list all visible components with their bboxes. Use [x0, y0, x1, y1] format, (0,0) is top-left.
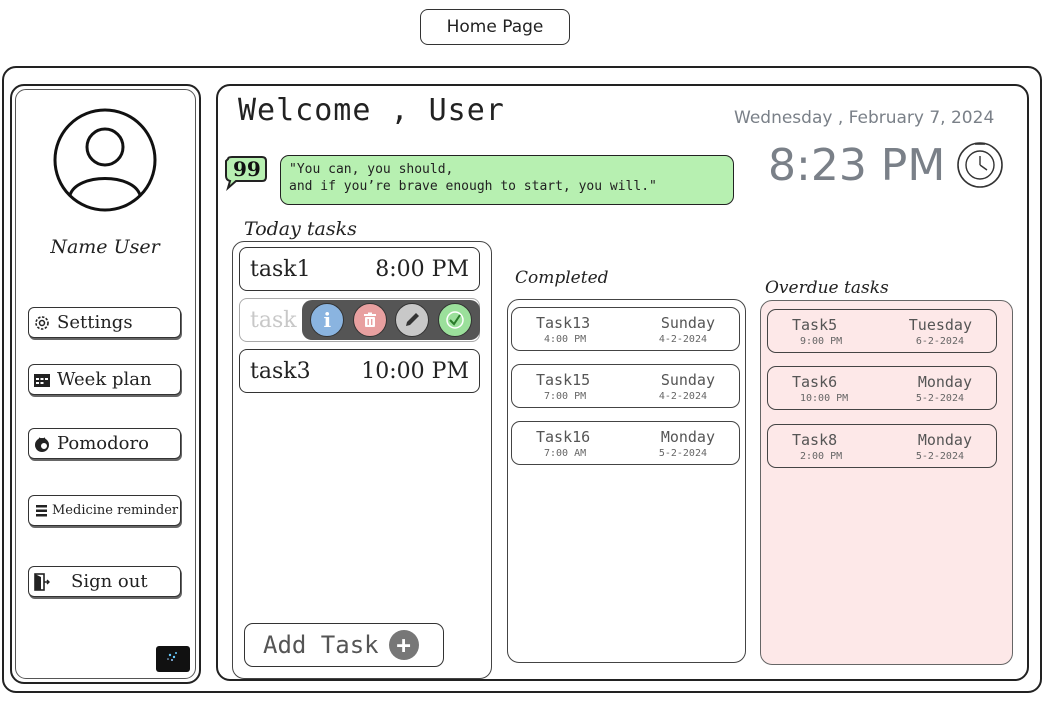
task-name: Task15 — [536, 370, 591, 389]
sidebar-item-label: Pomodoro — [57, 433, 149, 454]
task-name: Task13 — [536, 313, 591, 332]
motivational-quote: "You can, you should, and if you’re brav… — [280, 155, 734, 205]
task-action-toolbar: i — [302, 300, 480, 340]
task-date: 6-2-2024 — [915, 335, 964, 347]
edit-button[interactable] — [395, 303, 430, 337]
current-date: Wednesday , February 7, 2024 — [734, 108, 995, 128]
completed-title: Completed — [515, 268, 609, 288]
trash-icon — [363, 312, 376, 327]
user-name: Name User — [50, 236, 160, 258]
completed-task-card[interactable]: Task15 Sunday 7:00 PM 4-2-2024 — [511, 364, 740, 408]
svg-text:99: 99 — [233, 157, 261, 181]
current-time: 8:23 PM — [768, 140, 946, 191]
task-time: 7:00 AM — [544, 447, 587, 459]
task-day: Sunday — [660, 313, 715, 332]
info-button[interactable]: i — [310, 303, 345, 337]
task-date: 4-2-2024 — [658, 390, 707, 402]
task-time: 10:00 PM — [800, 392, 849, 404]
task-day: Monday — [660, 427, 715, 446]
task-name: Task5 — [792, 315, 838, 334]
task-day: Monday — [917, 430, 972, 449]
task-day: Monday — [917, 372, 972, 391]
add-task-button[interactable]: Add Task + — [244, 623, 444, 667]
overdue-panel: Task5 Tuesday 9:00 PM 6-2-2024 Task6 Monday… — [760, 300, 1013, 665]
task-date: 5-2-2024 — [915, 450, 964, 462]
welcome-heading: Welcome , User — [238, 93, 505, 128]
task-day: Tuesday — [908, 315, 972, 334]
sidebar-item-label: Sign out — [71, 571, 148, 592]
calendar-icon — [33, 371, 51, 389]
task-time: 9:00 PM — [800, 335, 843, 347]
task-name: task — [250, 307, 297, 333]
task-name: task3 — [250, 358, 311, 384]
quote-line-1: "You can, you should, — [289, 162, 454, 177]
task-name: Task8 — [792, 430, 838, 449]
tomato-timer-icon — [33, 435, 51, 453]
medicine-list-icon — [33, 502, 51, 520]
task-name: task1 — [250, 256, 311, 282]
quote-bubble-icon: 99 — [224, 155, 268, 191]
gear-icon — [33, 314, 51, 332]
plus-icon: + — [388, 630, 419, 660]
sidebar-item-label: Week plan — [57, 369, 152, 390]
home-page-label[interactable]: Home Page — [420, 9, 570, 45]
exit-door-icon — [33, 572, 51, 591]
task-time: 10:00 PM — [361, 358, 469, 384]
delete-button[interactable] — [352, 303, 387, 337]
app-logo — [156, 646, 190, 672]
task-item[interactable]: task1 8:00 PM — [239, 247, 480, 291]
overdue-task-card[interactable]: Task6 Monday 10:00 PM 5-2-2024 — [767, 366, 997, 410]
avatar-icon[interactable] — [52, 107, 158, 213]
complete-button[interactable] — [437, 303, 472, 337]
task-item[interactable]: task3 10:00 PM — [239, 349, 480, 393]
sidebar-item-settings[interactable]: Settings — [28, 307, 181, 338]
completed-task-card[interactable]: Task16 Monday 7:00 AM 5-2-2024 — [511, 421, 740, 465]
sidebar-item-label: Medicine reminder — [52, 503, 179, 518]
pencil-icon — [406, 313, 420, 326]
task-time: 4:00 PM — [544, 333, 587, 345]
task-date: 4-2-2024 — [658, 333, 707, 345]
sidebar-item-medicine-reminder[interactable]: Medicine reminder — [28, 495, 181, 526]
clock-icon[interactable] — [951, 140, 1009, 190]
today-tasks-title: Today tasks — [244, 218, 357, 240]
task-time: 2:00 PM — [800, 450, 843, 462]
check-icon — [446, 311, 464, 329]
sidebar-item-sign-out[interactable]: Sign out — [28, 566, 181, 597]
sidebar-item-label: Settings — [57, 312, 133, 333]
overdue-title: Overdue tasks — [765, 278, 889, 298]
task-name: Task16 — [536, 427, 591, 446]
completed-panel — [507, 299, 746, 663]
task-time: 7:00 PM — [544, 390, 587, 402]
task-date: 5-2-2024 — [658, 447, 707, 459]
completed-task-card[interactable]: Task13 Sunday 4:00 PM 4-2-2024 — [511, 307, 740, 351]
task-name: Task6 — [792, 372, 838, 391]
sidebar-item-pomodoro[interactable]: Pomodoro — [28, 428, 181, 459]
task-time: 8:00 PM — [375, 256, 469, 282]
task-date: 5-2-2024 — [915, 392, 964, 404]
sidebar-item-week-plan[interactable]: Week plan — [28, 364, 181, 395]
task-day: Sunday — [660, 370, 715, 389]
add-task-label: Add Task — [263, 631, 379, 659]
quote-line-2: and if you’re brave enough to start, you… — [289, 179, 657, 194]
overdue-task-card[interactable]: Task5 Tuesday 9:00 PM 6-2-2024 — [767, 309, 997, 353]
overdue-task-card[interactable]: Task8 Monday 2:00 PM 5-2-2024 — [767, 424, 997, 468]
info-icon: i — [323, 308, 332, 332]
